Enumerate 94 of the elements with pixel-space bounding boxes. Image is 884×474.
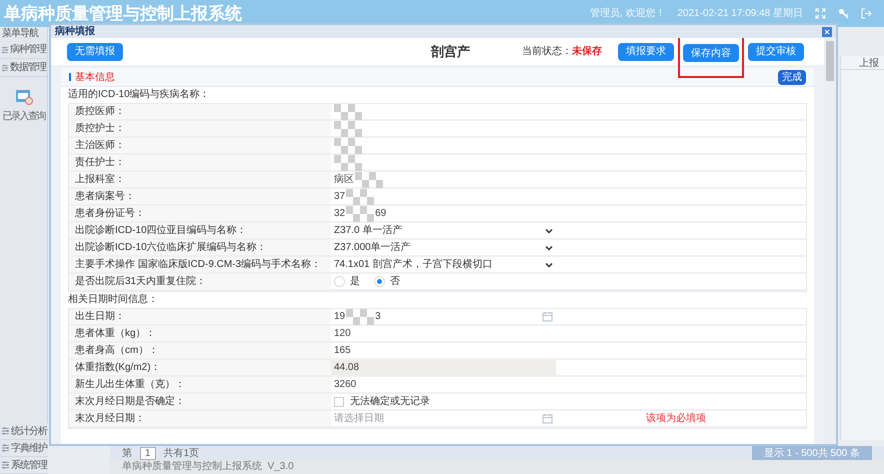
field-label: 主治医师： <box>69 138 331 153</box>
sliders-icon <box>1 62 9 72</box>
column-header: 上报 <box>841 56 884 70</box>
radio-option[interactable]: 是 <box>334 274 360 289</box>
toolbar-button[interactable]: 填报要求 <box>618 42 674 60</box>
checkbox-label: 无法确定或无记录 <box>350 394 430 409</box>
section-marker <box>69 73 71 81</box>
radio-button[interactable] <box>334 276 345 287</box>
radio-button[interactable] <box>374 276 385 287</box>
toolbar-button[interactable]: 提交审核 <box>748 42 804 60</box>
calendar-icon[interactable] <box>542 311 553 322</box>
field-label: 责任护士： <box>69 155 331 170</box>
field-value: 3260 <box>334 378 356 392</box>
sliders-icon <box>1 44 9 54</box>
shortcut-label[interactable]: 已录入查询 <box>2 109 45 124</box>
field-label: 患者身高（cm）： <box>69 343 331 358</box>
field-value: 120 <box>334 327 351 341</box>
chevron-down-icon[interactable] <box>545 228 553 234</box>
field-label: 患者体重（kg）： <box>69 326 331 341</box>
scrollbar-thumb[interactable] <box>826 41 834 81</box>
sliders-icon <box>1 443 10 453</box>
field-label: 出生日期： <box>69 309 331 324</box>
radio-label: 是 <box>350 275 360 289</box>
date-time: 2021-02-21 17:09:48 星期日 <box>677 6 803 21</box>
field-value: 32 <box>334 207 346 221</box>
scrollbar[interactable] <box>824 38 836 444</box>
calendar-icon[interactable] <box>542 413 553 424</box>
sliders-icon <box>1 460 10 470</box>
input-field[interactable]: 120 <box>331 326 556 341</box>
field-label: 体重指数(Kg/m2)： <box>69 360 331 375</box>
readonly-field: 44.08 <box>331 360 556 375</box>
field-label: 是否出院后31天内重复住院： <box>69 274 331 289</box>
sidebar-item[interactable]: 病种管理 <box>0 41 47 59</box>
field-label: 质控医师： <box>69 104 331 119</box>
required-note: 该项为必填项 <box>646 412 706 426</box>
field-placeholder: 请选择日期 <box>334 412 384 426</box>
record-summary: 显示 1 - 500共 500 条 <box>752 446 872 460</box>
field-value: 19 <box>334 310 346 324</box>
sidebar-item[interactable]: 统计分析 <box>0 423 48 440</box>
page-total: 共有1页 <box>164 446 200 460</box>
field-label: 末次月经日期： <box>69 411 331 426</box>
page-input[interactable]: 1 <box>140 446 156 460</box>
field-value: 165 <box>334 344 351 358</box>
toolbar-button[interactable]: 保存内容 <box>683 44 739 62</box>
date-field[interactable]: 19 3 <box>331 309 556 324</box>
input-field[interactable]: 病区 <box>331 172 556 187</box>
chevron-down-icon[interactable] <box>545 244 553 250</box>
field-value: 69 <box>375 207 386 221</box>
field-label: 末次月经日期是否确定： <box>69 394 331 409</box>
fullscreen-icon[interactable] <box>815 8 826 19</box>
field-label: 主要手术操作 国家临床版ICD-9.CM-3编码与手术名称： <box>69 257 331 272</box>
user-greeting: 管理员, 欢迎您！ <box>590 6 666 21</box>
close-button[interactable] <box>822 26 832 36</box>
save-status: 未保存 <box>572 44 602 59</box>
radio-label: 否 <box>390 275 400 289</box>
done-button[interactable]: 完成 <box>778 70 806 84</box>
field-label: 患者身份证号： <box>69 206 331 221</box>
field-value: 37 <box>334 190 346 204</box>
status-label: 当前状态： <box>522 44 572 59</box>
skip-button[interactable]: 无需填报 <box>67 42 123 60</box>
panel-title: 基本信息 <box>75 70 115 84</box>
sliders-icon <box>1 426 10 436</box>
chevron-down-icon[interactable] <box>545 262 553 268</box>
radio-option[interactable]: 否 <box>374 274 400 289</box>
field-value: 病区 <box>334 172 354 187</box>
section-title: 适用的ICD-10编码与疾病名称： <box>68 88 211 102</box>
logout-icon[interactable] <box>861 8 872 19</box>
dialog-title: 病种填报 <box>55 24 95 39</box>
select-field[interactable]: Z37.0 单一活产 <box>331 223 556 238</box>
field-label: 出院诊断ICD-10六位临床扩展编码与名称： <box>69 240 331 255</box>
sidebar-item[interactable]: 字典维护 <box>0 440 48 457</box>
checkbox[interactable] <box>334 396 344 406</box>
field-value: 3 <box>375 310 381 324</box>
select-field[interactable]: Z37.000单一活产 <box>331 240 556 255</box>
field-label: 质控护士： <box>69 121 331 136</box>
sidebar-item[interactable]: 数据管理 <box>0 59 47 77</box>
field-label: 上报科室： <box>69 172 331 187</box>
input-field[interactable]: 32 69 <box>331 206 556 221</box>
field-label: 患者病案号： <box>69 189 331 204</box>
page-label: 第 <box>122 446 132 460</box>
status-bar: 单病种质量管理与控制上报系统 V_3.0 <box>110 460 884 474</box>
field-label: 新生儿出生体重（克）： <box>69 377 331 392</box>
input-field[interactable]: 37 <box>331 189 556 204</box>
field-label: 出院诊断ICD-10四位亚目编码与名称： <box>69 223 331 238</box>
input-field[interactable]: 3260 <box>331 377 556 392</box>
section-title: 相关日期时间信息： <box>68 292 159 307</box>
sidebar-heading: 菜单导航 <box>1 27 40 41</box>
select-field[interactable]: 74.1x01 剖宫产术，子宫下段横切口 <box>331 257 556 272</box>
key-icon[interactable] <box>838 8 849 19</box>
input-field[interactable]: 165 <box>331 343 556 358</box>
sidebar-item[interactable]: 系统管理 <box>0 457 48 474</box>
app-title: 单病种质量管理与控制上报系统 <box>4 2 242 25</box>
document-icon[interactable] <box>14 89 32 105</box>
form-heading: 剖宫产 <box>431 42 470 61</box>
